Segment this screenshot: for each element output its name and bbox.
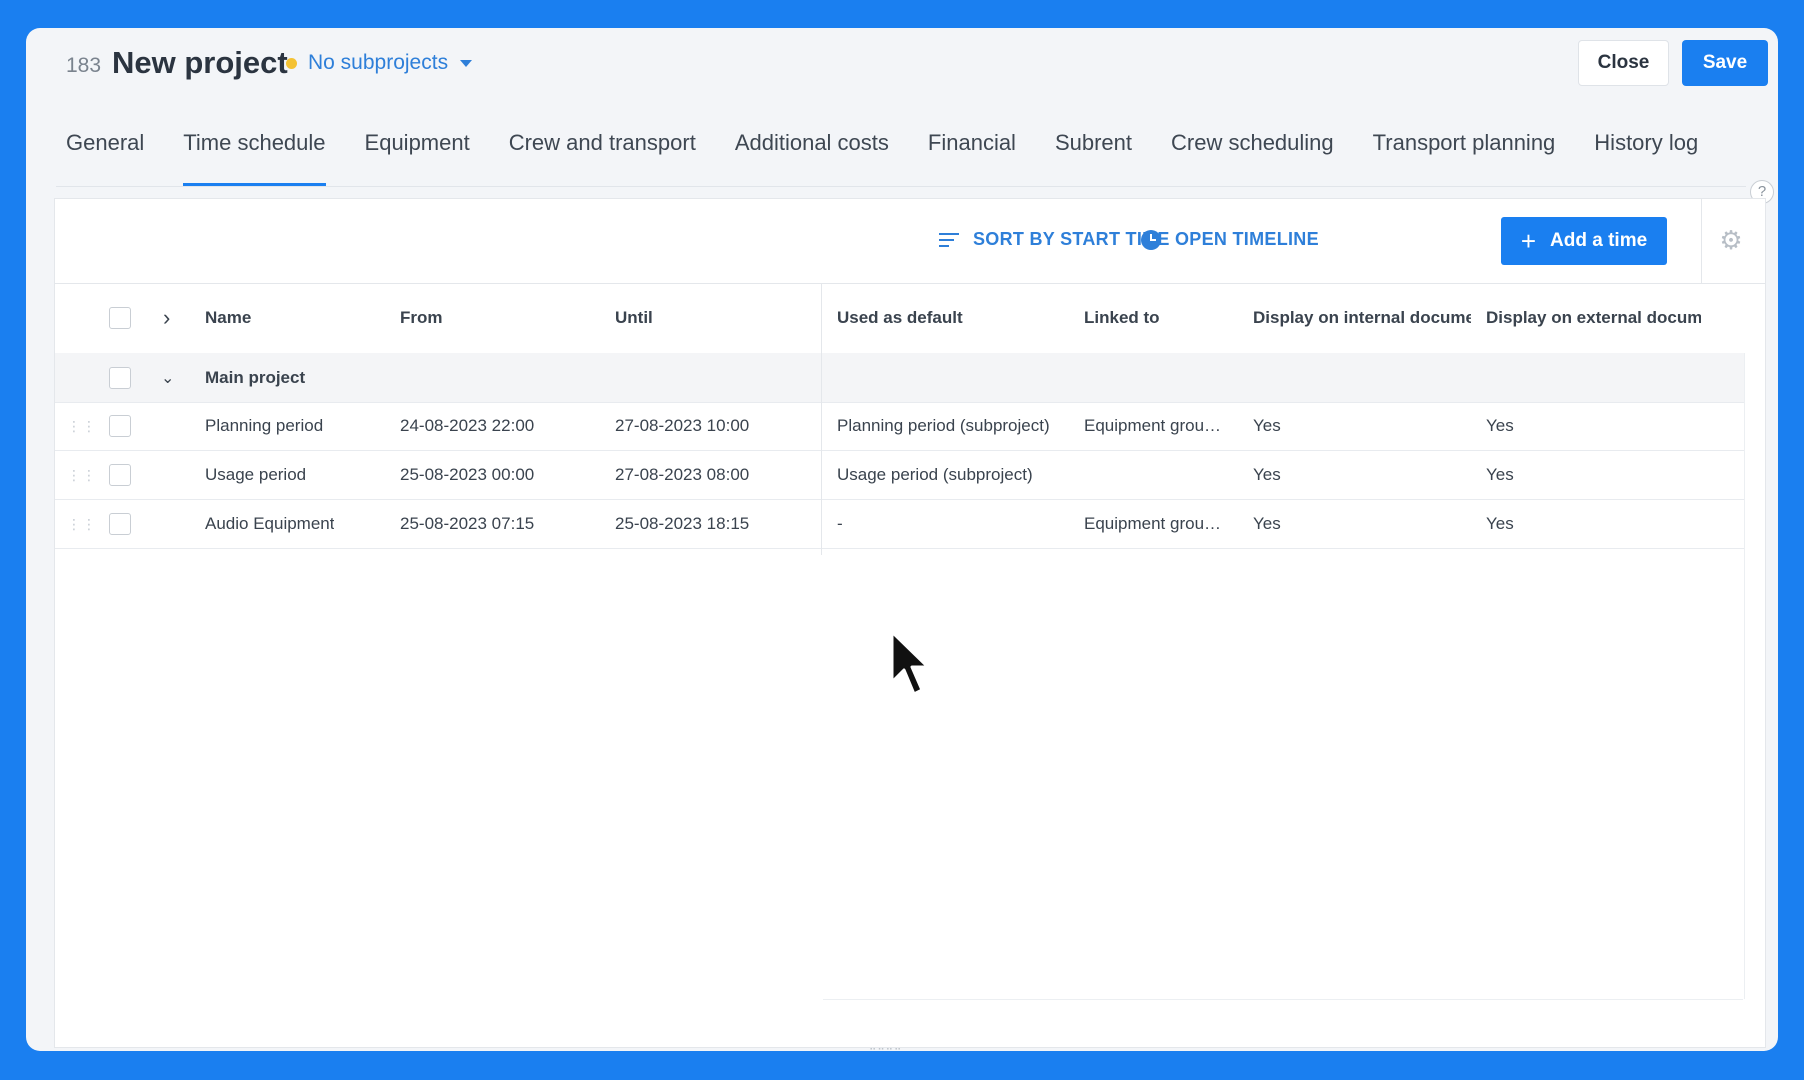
cell-linked-to: Equipment grou…	[1084, 514, 1222, 533]
column-header-name[interactable]: Name	[205, 283, 251, 353]
cell-internal: Yes	[1253, 514, 1281, 533]
subprojects-label: No subprojects	[308, 51, 449, 74]
cell-external: Yes	[1486, 465, 1514, 484]
tab-history-log[interactable]: History log	[1594, 118, 1698, 186]
table-header-row: › Name From Until Used as default Linked…	[55, 283, 1745, 354]
cell-until: 27-08-2023 08:00	[615, 465, 750, 484]
column-header-internal[interactable]: Display on internal documer	[1253, 283, 1471, 353]
expand-all-chevron-icon[interactable]: ›	[163, 283, 170, 353]
table-right-edge	[1744, 353, 1745, 999]
add-a-time-button[interactable]: + Add a time	[1501, 217, 1667, 265]
tab-subrent[interactable]: Subrent	[1055, 118, 1132, 186]
drag-handle-icon[interactable]: ⋮⋮	[67, 451, 97, 499]
drag-handle-icon[interactable]: ⋮⋮	[67, 500, 97, 548]
row-checkbox[interactable]	[109, 513, 131, 535]
tab-equipment[interactable]: Equipment	[365, 118, 470, 186]
tab-crew-and-transport[interactable]: Crew and transport	[509, 118, 696, 186]
timeline-label: OPEN TIMELINE	[1175, 229, 1319, 249]
mouse-pointer-icon	[890, 630, 930, 696]
table-toolbar: SORT BY START TIME OPEN TIMELINE + Add a…	[55, 199, 1765, 284]
clock-icon	[1141, 229, 1161, 250]
project-title: New project	[112, 45, 288, 80]
toolbar-divider	[1701, 199, 1702, 283]
cell-from: 25-08-2023 07:15	[400, 514, 535, 533]
table-row[interactable]: ⋮⋮ Planning period 24-08-2023 22:00 27-0…	[55, 402, 1745, 451]
table-bottom-line	[823, 999, 1743, 1000]
cell-until: 27-08-2023 10:00	[615, 416, 750, 435]
resize-handle-icon[interactable]: ⠿⠿⠿⠿	[869, 1049, 913, 1052]
add-label: Add a time	[1550, 230, 1648, 251]
cell-from: 25-08-2023 00:00	[400, 465, 535, 484]
tab-additional-costs[interactable]: Additional costs	[735, 118, 889, 186]
sort-icon	[939, 232, 959, 247]
cell-name: Planning period	[205, 416, 324, 435]
tab-financial[interactable]: Financial	[928, 118, 1016, 186]
project-header: 183 New project No subprojects Close Sav…	[26, 28, 1778, 128]
column-header-used-as-default[interactable]: Used as default	[837, 283, 963, 353]
caret-down-icon	[460, 59, 473, 67]
cell-external: Yes	[1486, 514, 1514, 533]
cell-name: Audio Equipment	[205, 514, 335, 533]
cell-used-as-default: Planning period (subproject)	[837, 416, 1050, 435]
open-timeline-button[interactable]: OPEN TIMELINE	[1141, 229, 1319, 250]
gear-icon[interactable]: ⚙	[1718, 227, 1744, 253]
status-dot-icon	[286, 58, 297, 69]
table-row[interactable]: ⋮⋮ Usage period 25-08-2023 00:00 27-08-2…	[55, 451, 1745, 500]
tab-general[interactable]: General	[66, 118, 144, 186]
tab-transport-planning[interactable]: Transport planning	[1373, 118, 1556, 186]
cell-used-as-default: Usage period (subproject)	[837, 465, 1033, 484]
tab-time-schedule[interactable]: Time schedule	[183, 118, 326, 186]
group-checkbox[interactable]	[109, 366, 131, 389]
time-schedule-panel: SORT BY START TIME OPEN TIMELINE + Add a…	[54, 198, 1766, 1048]
subprojects-dropdown[interactable]: No subprojects	[308, 51, 473, 75]
tab-crew-scheduling[interactable]: Crew scheduling	[1171, 118, 1334, 186]
cell-from: 24-08-2023 22:00	[400, 416, 535, 435]
collapse-chevron-icon[interactable]: ⌄	[161, 353, 174, 402]
close-button[interactable]: Close	[1578, 40, 1669, 86]
cell-used-as-default: -	[837, 514, 843, 533]
column-header-external[interactable]: Display on external docume	[1486, 283, 1701, 353]
column-header-until[interactable]: Until	[615, 283, 653, 353]
sort-by-start-time-button[interactable]: SORT BY START TIME	[939, 229, 1170, 250]
tab-bar: General Time schedule Equipment Crew and…	[56, 118, 1746, 187]
select-all-checkbox[interactable]	[109, 307, 131, 329]
column-header-linked-to[interactable]: Linked to	[1084, 283, 1160, 353]
cell-external: Yes	[1486, 416, 1514, 435]
cell-linked-to: Equipment grou…	[1084, 416, 1222, 435]
group-row-main-project[interactable]: ⌄ Main project	[55, 353, 1745, 403]
column-header-from[interactable]: From	[400, 283, 443, 353]
row-checkbox[interactable]	[109, 415, 131, 437]
cell-internal: Yes	[1253, 465, 1281, 484]
group-name: Main project	[205, 367, 306, 387]
plus-icon: +	[1520, 226, 1537, 256]
project-window: 183 New project No subprojects Close Sav…	[26, 28, 1778, 1051]
cell-until: 25-08-2023 18:15	[615, 514, 750, 533]
row-checkbox[interactable]	[109, 464, 131, 486]
save-button[interactable]: Save	[1682, 40, 1768, 86]
drag-handle-icon[interactable]: ⋮⋮	[67, 402, 97, 450]
table-row[interactable]: ⋮⋮ Audio Equipment 25-08-2023 07:15 25-0…	[55, 500, 1745, 549]
project-number: 183	[66, 54, 102, 77]
cell-internal: Yes	[1253, 416, 1281, 435]
frozen-column-divider	[821, 283, 822, 555]
cell-name: Usage period	[205, 465, 307, 484]
